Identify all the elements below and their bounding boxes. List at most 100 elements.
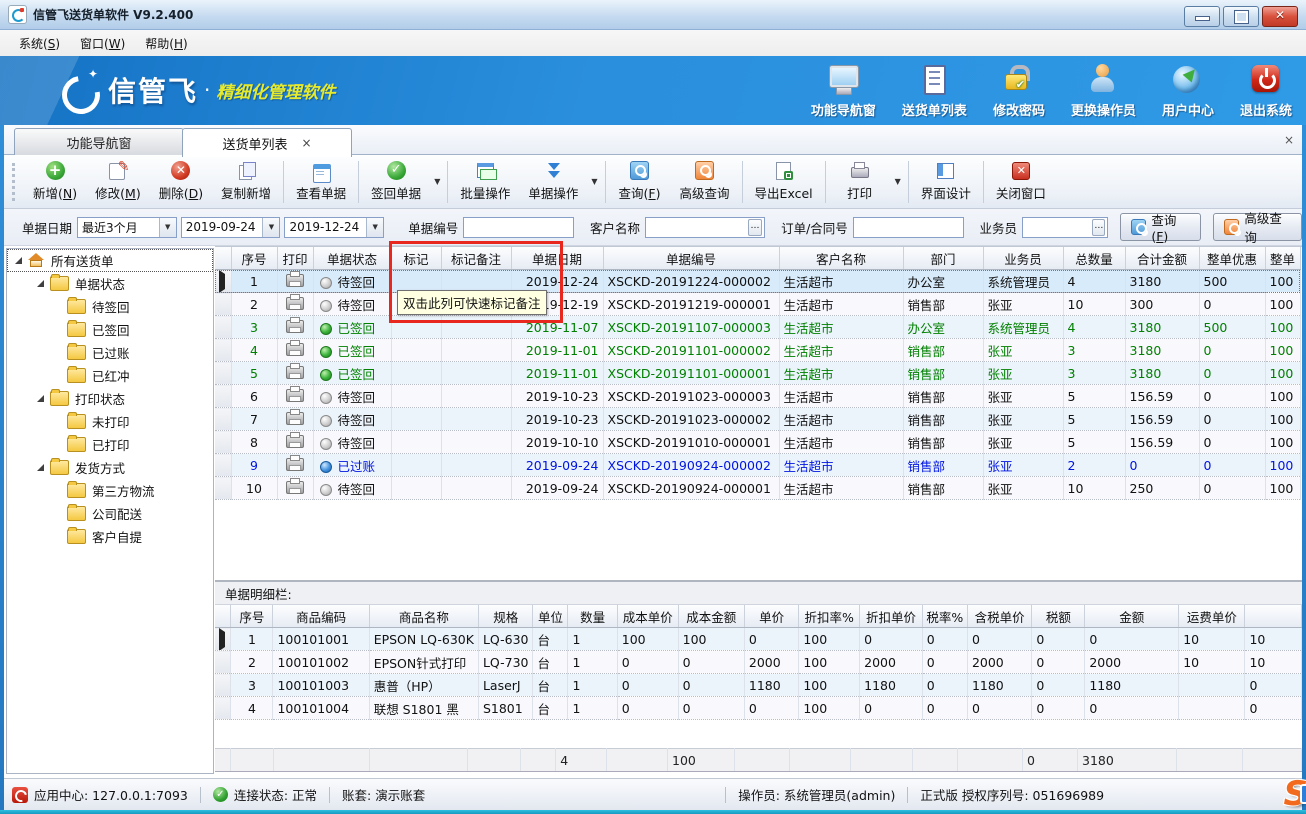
toolbar-button[interactable]: 导出Excel <box>746 158 822 205</box>
row-selector[interactable] <box>215 674 231 697</box>
row-selector[interactable] <box>215 385 231 408</box>
column-header[interactable]: 业务员 <box>983 247 1063 270</box>
tabstrip-close-icon[interactable]: × <box>1284 133 1294 147</box>
column-header[interactable]: 序号 <box>231 605 273 628</box>
toolbar-button[interactable]: 签回单据 <box>362 158 430 205</box>
expand-triangle-icon[interactable] <box>37 395 44 402</box>
expand-triangle-icon[interactable] <box>15 257 22 264</box>
order-row[interactable]: 7待签回2019-10-23XSCKD-20191023-000002生活超市销… <box>215 408 1300 431</box>
column-header[interactable]: 税额 <box>1032 605 1085 628</box>
column-header[interactable]: 成本金额 <box>678 605 744 628</box>
tree-item-group-2[interactable]: 发货方式 <box>7 456 213 479</box>
banner-button-list[interactable]: 送货单列表 <box>902 64 967 119</box>
row-selector[interactable] <box>215 697 231 720</box>
mark-note-cell[interactable] <box>441 362 511 385</box>
chevron-down-icon[interactable]: ▼ <box>159 218 176 237</box>
toolbar-button[interactable]: 打印 <box>829 158 891 205</box>
column-header[interactable]: 客户名称 <box>779 247 903 270</box>
column-header[interactable]: 规格 <box>478 605 533 628</box>
mark-cell[interactable] <box>391 362 441 385</box>
column-header[interactable] <box>1245 605 1302 628</box>
toolbar-button[interactable]: 单据操作 <box>519 158 587 205</box>
salesman-input[interactable] <box>1023 218 1092 237</box>
toolbar-button[interactable]: 界面设计 <box>912 158 980 205</box>
query-button[interactable]: 查询(F) <box>1120 213 1201 241</box>
chevron-down-icon[interactable]: ▼ <box>891 177 905 186</box>
mark-cell[interactable] <box>391 339 441 362</box>
tree-item-root[interactable]: 所有送货单 <box>7 249 213 272</box>
mark-note-cell[interactable] <box>441 385 511 408</box>
row-selector[interactable] <box>215 628 231 651</box>
banner-button-user[interactable]: 更换操作员 <box>1071 64 1136 119</box>
row-selector[interactable] <box>215 270 231 293</box>
order-row[interactable]: 1待签回2019-12-24XSCKD-20191224-000002生活超市办… <box>215 270 1300 293</box>
row-selector[interactable] <box>215 454 231 477</box>
column-header[interactable]: 部门 <box>903 247 983 270</box>
row-selector[interactable] <box>215 477 231 500</box>
toolbar-button[interactable]: 关闭窗口 <box>987 158 1055 205</box>
column-header[interactable]: 打印 <box>277 247 313 270</box>
tree-item-leaf-0-1[interactable]: 已签回 <box>7 318 213 341</box>
date-to-select[interactable]: 2019-12-24 ▼ <box>284 217 384 238</box>
order-row[interactable]: 4已签回2019-11-01XSCKD-20191101-000002生活超市销… <box>215 339 1300 362</box>
toolbar-grip[interactable] <box>12 163 18 201</box>
mark-cell[interactable] <box>391 477 441 500</box>
toolbar-button[interactable]: 高级查询 <box>671 158 739 205</box>
mark-cell[interactable] <box>391 454 441 477</box>
lookup-ellipsis-icon[interactable]: … <box>748 219 762 236</box>
contract-input[interactable] <box>854 218 963 237</box>
column-header[interactable]: 整单 <box>1265 247 1300 270</box>
order-row[interactable]: 5已签回2019-11-01XSCKD-20191101-000001生活超市销… <box>215 362 1300 385</box>
order-row[interactable]: 8待签回2019-10-10XSCKD-20191010-000001生活超市销… <box>215 431 1300 454</box>
mark-cell[interactable] <box>391 431 441 454</box>
tab-nav-window[interactable]: 功能导航窗 <box>14 128 184 156</box>
tree-item-leaf-2-0[interactable]: 第三方物流 <box>7 479 213 502</box>
detail-row[interactable]: 4100101004联想 S1801 黑S1801台1000100000000 <box>215 697 1302 720</box>
column-header[interactable]: 成本单价 <box>617 605 678 628</box>
detail-row[interactable]: 2100101002EPSON针式打印LQ-730台10020001002000… <box>215 651 1302 674</box>
menu-item[interactable]: 窗口(W) <box>71 32 134 55</box>
mark-note-cell[interactable] <box>441 316 511 339</box>
toolbar-button[interactable]: 查询(F) <box>609 158 671 205</box>
toolbar-button[interactable]: 查看单据 <box>287 158 355 205</box>
column-header[interactable]: 序号 <box>231 247 277 270</box>
customer-input[interactable] <box>646 218 748 237</box>
tree-item-group-0[interactable]: 单据状态 <box>7 272 213 295</box>
row-selector[interactable] <box>215 362 231 385</box>
chevron-down-icon[interactable]: ▼ <box>430 177 444 186</box>
date-range-select[interactable]: 最近3个月 ▼ <box>77 217 177 238</box>
toolbar-button[interactable]: 删除(D) <box>150 158 212 205</box>
order-row[interactable]: 6待签回2019-10-23XSCKD-20191023-000003生活超市销… <box>215 385 1300 408</box>
minimize-button[interactable] <box>1184 6 1220 27</box>
tree-item-group-1[interactable]: 打印状态 <box>7 387 213 410</box>
column-header[interactable]: 含税单价 <box>967 605 1031 628</box>
lookup-ellipsis-icon[interactable]: … <box>1092 219 1105 236</box>
column-header[interactable]: 单位 <box>533 605 568 628</box>
column-header[interactable]: 单价 <box>744 605 798 628</box>
order-row[interactable]: 9已过账2019-09-24XSCKD-20190924-000002生活超市销… <box>215 454 1300 477</box>
tree-item-leaf-2-2[interactable]: 客户自提 <box>7 525 213 548</box>
chevron-down-icon[interactable]: ▼ <box>262 218 279 237</box>
chevron-down-icon[interactable]: ▼ <box>366 218 383 237</box>
tree-item-leaf-0-0[interactable]: 待签回 <box>7 295 213 318</box>
banner-button-lock[interactable]: 修改密码 <box>993 64 1045 119</box>
banner-button-power[interactable]: 退出系统 <box>1240 64 1292 119</box>
column-header[interactable]: 单据状态 <box>313 247 391 270</box>
column-header[interactable]: 税率% <box>922 605 967 628</box>
column-header[interactable]: 运费单价 <box>1179 605 1245 628</box>
mark-note-cell[interactable] <box>441 477 511 500</box>
column-header[interactable]: 标记 <box>391 247 441 270</box>
menu-item[interactable]: 系统(S) <box>10 32 69 55</box>
column-header[interactable]: 单据编号 <box>603 247 779 270</box>
tree-item-leaf-2-1[interactable]: 公司配送 <box>7 502 213 525</box>
column-header[interactable]: 合计金额 <box>1125 247 1199 270</box>
column-header[interactable]: 单据日期 <box>511 247 603 270</box>
column-header[interactable]: 折扣率% <box>799 605 860 628</box>
column-header[interactable]: 数量 <box>568 605 617 628</box>
banner-button-monitor[interactable]: 功能导航窗 <box>811 64 876 119</box>
orderno-input[interactable] <box>464 218 573 237</box>
order-row[interactable]: 10待签回2019-09-24XSCKD-20190924-000001生活超市… <box>215 477 1300 500</box>
banner-button-globe[interactable]: 用户中心 <box>1162 64 1214 119</box>
column-header[interactable]: 标记备注 <box>441 247 511 270</box>
row-selector[interactable] <box>215 408 231 431</box>
